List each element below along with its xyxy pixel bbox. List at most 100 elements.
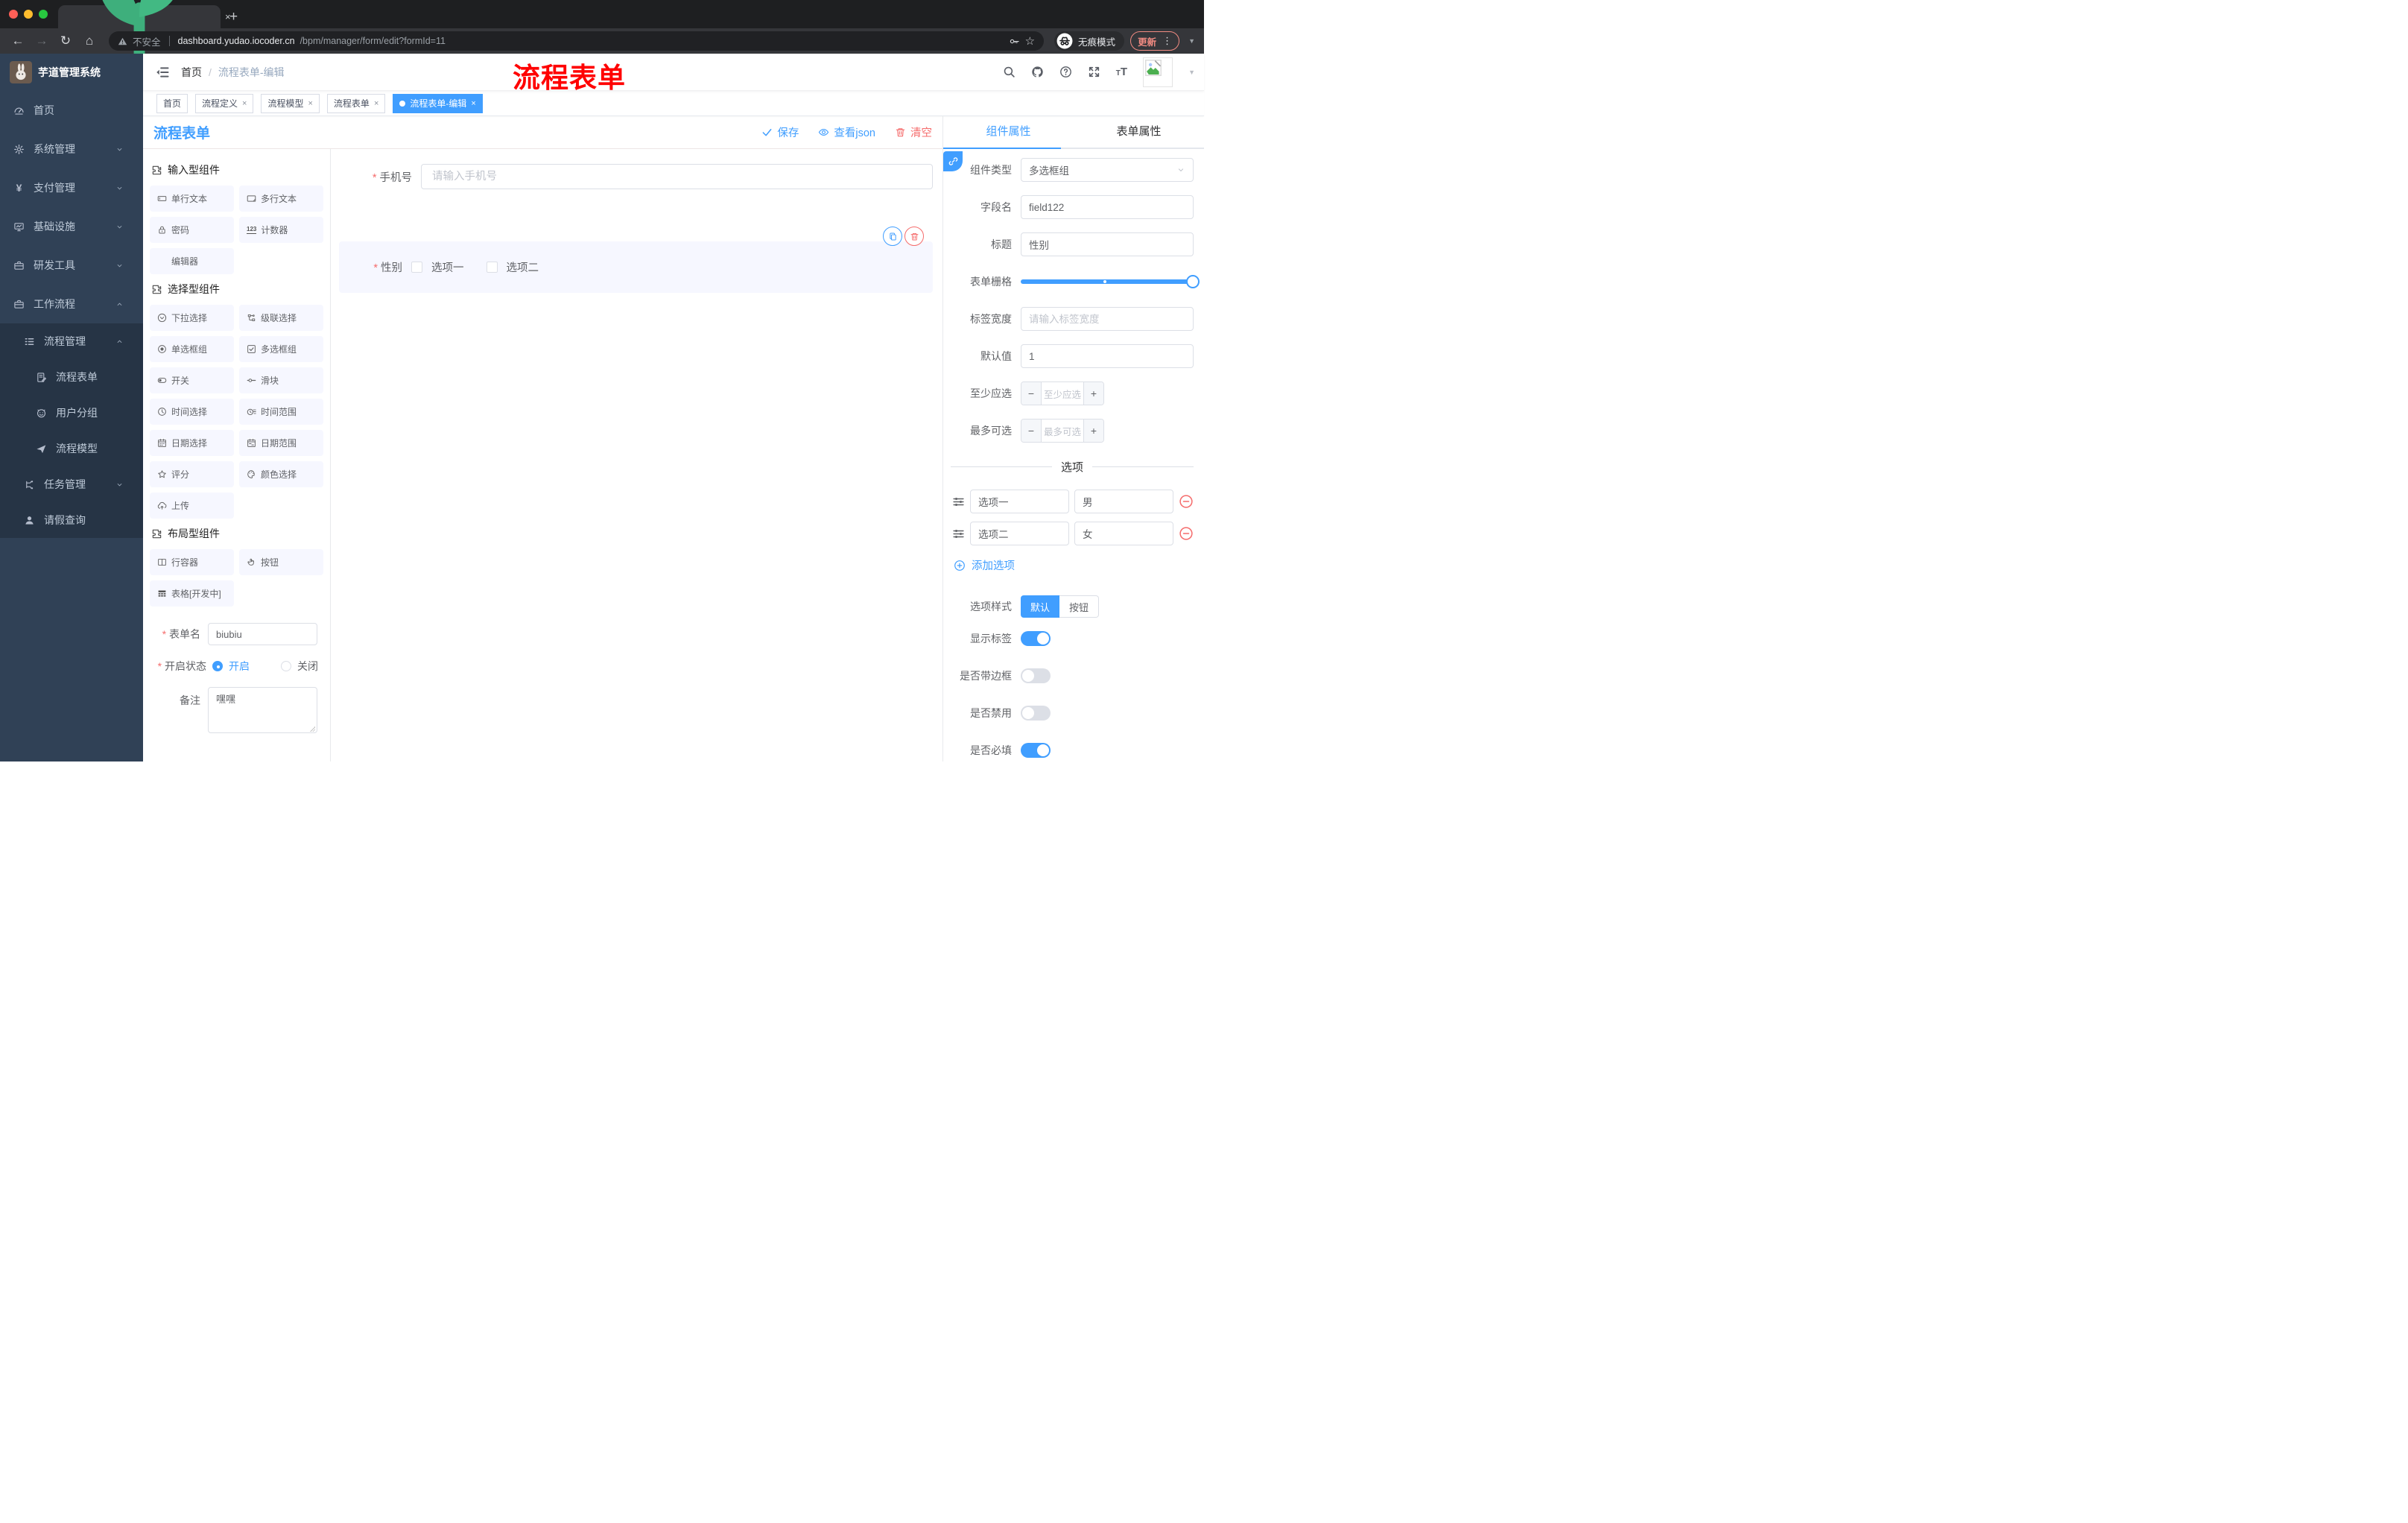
sidebar-item-流程管理[interactable]: 流程管理 (0, 323, 143, 359)
home-button[interactable]: ⌂ (80, 34, 98, 48)
palette-item-多行文本[interactable]: 多行文本 (239, 186, 323, 212)
sidebar-item-流程表单[interactable]: 流程表单 (0, 359, 143, 395)
label-width-input[interactable] (1021, 307, 1194, 331)
palette-item-密码[interactable]: 密码 (150, 217, 234, 243)
tag-close-icon[interactable]: × (471, 99, 475, 108)
add-option-button[interactable]: 添加选项 (954, 557, 1204, 573)
palette-item-编辑器[interactable]: 编辑器 (150, 248, 234, 274)
tag-close-icon[interactable]: × (242, 99, 247, 108)
browser-menu-icon[interactable]: ⋮ (1162, 35, 1172, 47)
segment-按钮[interactable]: 按钮 (1059, 595, 1100, 618)
option-value-input[interactable] (1074, 490, 1173, 513)
palette-item-表格[开发中][interactable]: 表格[开发中] (150, 580, 234, 607)
palette-item-单行文本[interactable]: 单行文本 (150, 186, 234, 212)
canvas-field-gender-selected[interactable]: 性别 选项一 选项二 (339, 227, 933, 293)
view-json-button[interactable]: 查看json (818, 124, 875, 140)
search-icon[interactable] (1003, 66, 1016, 78)
status-off-radio[interactable] (281, 661, 291, 671)
font-size-icon[interactable]: TT (1116, 66, 1127, 78)
sidebar-logo[interactable]: 芋道管理系统 (0, 54, 143, 91)
tag-流程表单[interactable]: 流程表单 × (326, 93, 386, 113)
status-on-label[interactable]: 开启 (229, 659, 250, 674)
sidebar-item-支付管理[interactable]: ¥ 支付管理 (0, 168, 143, 207)
address-bar[interactable]: 不安全 dashboard.yudao.iocoder.cn/bpm/manag… (109, 31, 1045, 51)
security-label[interactable]: 不安全 (133, 34, 161, 48)
sidebar-item-用户分组[interactable]: 用户分组 (0, 395, 143, 431)
min-select-value[interactable]: 至少应选 (1042, 382, 1083, 405)
zoom-window-button[interactable] (39, 10, 48, 19)
clear-button[interactable]: 清空 (895, 124, 932, 140)
browser-update-button[interactable]: 更新 ⋮ (1130, 31, 1180, 51)
max-decrease-button[interactable]: − (1021, 419, 1042, 442)
browser-tab[interactable]: 芋道管理系统 × (58, 0, 231, 78)
sidebar-item-请假查询[interactable]: 请假查询 (0, 502, 143, 538)
github-icon[interactable] (1031, 66, 1044, 78)
status-on-radio[interactable] (212, 661, 223, 671)
palette-item-颜色选择[interactable]: 颜色选择 (239, 461, 323, 487)
tag-close-icon[interactable]: × (308, 99, 312, 108)
max-increase-button[interactable]: + (1083, 419, 1103, 442)
gender-checkbox-选项二[interactable] (486, 262, 498, 273)
field-name-input[interactable] (1021, 195, 1194, 219)
palette-item-上传[interactable]: 上传 (150, 493, 234, 519)
toggle-switch-是否带边框[interactable] (1021, 668, 1051, 683)
slider-handle[interactable] (1186, 275, 1200, 288)
form-name-input[interactable] (208, 623, 317, 645)
min-increase-button[interactable]: + (1083, 382, 1103, 405)
palette-item-按钮[interactable]: 按钮 (239, 549, 323, 575)
save-button[interactable]: 保存 (761, 124, 799, 140)
sidebar-item-系统管理[interactable]: 系统管理 (0, 130, 143, 168)
update-label[interactable]: 更新 (1138, 34, 1156, 48)
tab-form-props[interactable]: 表单属性 (1074, 116, 1204, 148)
palette-item-多选框组[interactable]: 多选框组 (239, 336, 323, 362)
collapse-menu-icon[interactable] (155, 65, 170, 80)
palette-item-日期范围[interactable]: 日期范围 (239, 430, 323, 456)
toolbar-caret-icon[interactable]: ▼ (1188, 37, 1195, 45)
reload-button[interactable]: ↻ (57, 34, 75, 48)
palette-item-行容器[interactable]: 行容器 (150, 549, 234, 575)
form-canvas[interactable]: 手机号 性别 选项一 选项二 (331, 149, 942, 762)
palette-item-时间范围[interactable]: 时间范围 (239, 399, 323, 425)
palette-item-单选框组[interactable]: 单选框组 (150, 336, 234, 362)
forward-button[interactable]: → (33, 34, 51, 48)
password-key-icon[interactable] (1009, 36, 1020, 47)
palette-item-下拉选择[interactable]: 下拉选择 (150, 305, 234, 331)
max-select-value[interactable]: 最多可选 (1042, 419, 1083, 442)
status-off-label[interactable]: 关闭 (297, 659, 318, 674)
help-icon[interactable] (1059, 66, 1072, 78)
tag-流程模型[interactable]: 流程模型 × (261, 93, 320, 113)
option-name-input[interactable] (970, 490, 1069, 513)
palette-item-日期选择[interactable]: 日期选择 (150, 430, 234, 456)
segment-默认[interactable]: 默认 (1021, 595, 1060, 618)
tag-流程定义[interactable]: 流程定义 × (195, 93, 254, 113)
gender-option-label[interactable]: 选项一 (431, 259, 464, 275)
avatar-caret-icon[interactable]: ▼ (1188, 69, 1195, 76)
palette-item-开关[interactable]: 开关 (150, 367, 234, 393)
palette-item-计数器[interactable]: 123 计数器 (239, 217, 323, 243)
remove-option-icon[interactable] (1179, 526, 1194, 541)
copy-component-button[interactable] (883, 227, 902, 246)
canvas-field-phone[interactable]: 手机号 (339, 164, 933, 189)
palette-item-时间选择[interactable]: 时间选择 (150, 399, 234, 425)
default-value-input[interactable] (1021, 344, 1194, 368)
gender-option-label[interactable]: 选项二 (507, 259, 539, 275)
tag-首页[interactable]: 首页 (156, 93, 188, 113)
form-remark-textarea[interactable]: 嘿嘿 (208, 687, 317, 733)
bookmark-star-icon[interactable]: ☆ (1025, 34, 1035, 48)
option-name-input[interactable] (970, 522, 1069, 545)
palette-item-滑块[interactable]: 滑块 (239, 367, 323, 393)
delete-component-button[interactable] (904, 227, 924, 246)
close-window-button[interactable] (9, 10, 18, 19)
avatar[interactable] (1143, 57, 1173, 87)
form-grid-slider[interactable] (1021, 270, 1200, 294)
tab-component-props[interactable]: 组件属性 (943, 116, 1074, 148)
palette-item-评分[interactable]: 评分 (150, 461, 234, 487)
sidebar-item-首页[interactable]: 首页 (0, 91, 143, 130)
sidebar-item-研发工具[interactable]: 研发工具 (0, 246, 143, 285)
remove-option-icon[interactable] (1179, 494, 1194, 509)
minimize-window-button[interactable] (24, 10, 33, 19)
tag-流程表单-编辑[interactable]: 流程表单-编辑 × (393, 93, 483, 113)
toggle-switch-是否必填[interactable] (1021, 743, 1051, 758)
sidebar-item-工作流程[interactable]: 工作流程 (0, 285, 143, 323)
gender-checkbox-选项一[interactable] (411, 262, 422, 273)
